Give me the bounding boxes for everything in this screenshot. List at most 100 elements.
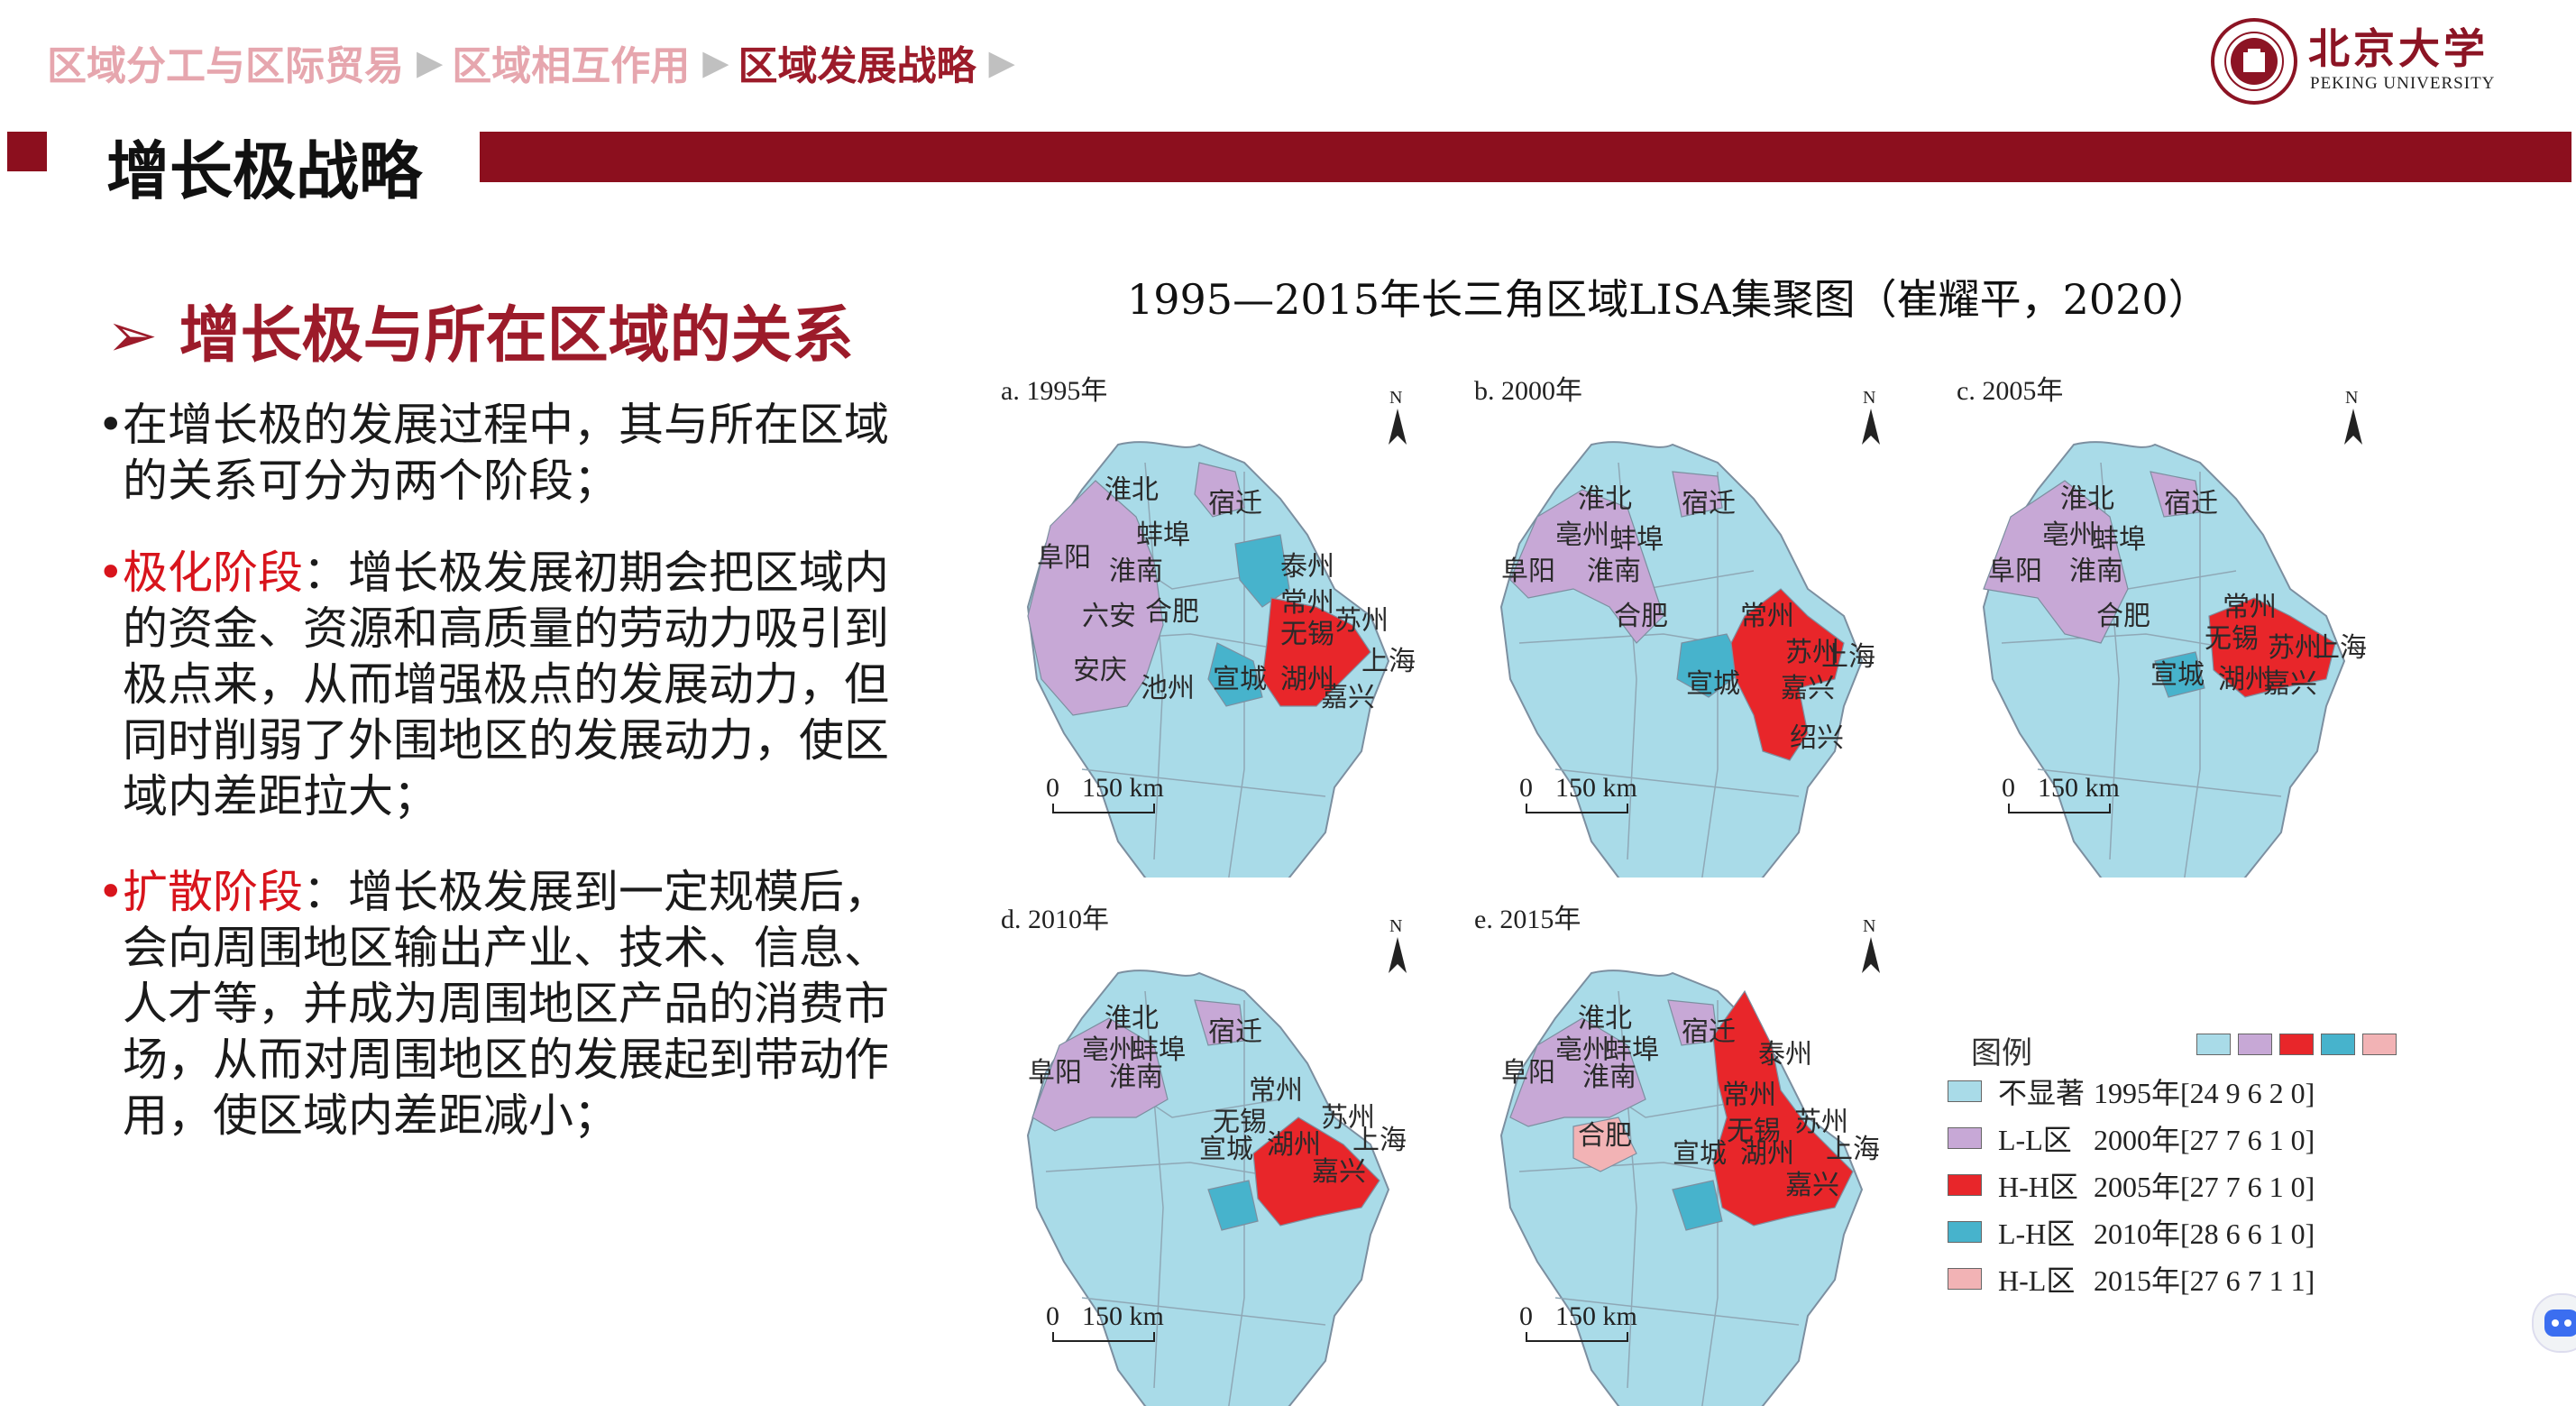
- legend-label: H-L区: [1998, 1264, 2076, 1297]
- city-label: 嘉兴: [1312, 1156, 1366, 1188]
- paragraph-polarization: • 极化阶段：增长极发展初期会把区域内的资金、资源和高质量的劳动力吸引到极点来，…: [97, 545, 927, 824]
- svg-text:150 km: 150 km: [1082, 1301, 1164, 1331]
- breadcrumb-arrow-icon: ▶: [702, 42, 729, 82]
- title-bar: [480, 132, 2571, 182]
- city-label: 合肥: [1614, 601, 1668, 632]
- city-label: 淮南: [2069, 556, 2123, 587]
- city-label: 淮南: [1582, 1061, 1636, 1093]
- map-panel-label: a. 1995年: [1001, 376, 1107, 406]
- legend-row: L-H区 2010年[28 6 6 1 0]: [1948, 1214, 2315, 1250]
- city-label: 上海: [1352, 1125, 1407, 1156]
- bullet: •: [97, 866, 124, 918]
- city-label: 嘉兴: [1785, 1170, 1839, 1201]
- city-label: 宿迁: [2164, 488, 2218, 519]
- city-label: 淮北: [2060, 483, 2114, 515]
- lisa-map-panel: a. 1995年淮北 宿迁阜阳蚌埠淮南 泰州六安 合肥 常州苏州无锡安庆池州 宣城 湖州上海…: [1001, 376, 1416, 878]
- city-label: 淮北: [1105, 474, 1159, 506]
- city-label: 绍兴: [1790, 722, 1844, 754]
- legend-row: 不显著 1995年[24 9 6 2 0]: [1948, 1073, 2315, 1109]
- legend-swatch: [1948, 1080, 1982, 1102]
- page-title: 增长极战略: [106, 134, 422, 208]
- legend-row: H-H区 2005年[27 7 6 1 0]: [1948, 1167, 2315, 1203]
- city-label: 上海: [1826, 1134, 1880, 1165]
- city-label: 亳州: [2042, 519, 2096, 551]
- svg-text:N: N: [1389, 916, 1402, 936]
- breadcrumb-item-regional-division[interactable]: 区域分工与区际贸易: [47, 33, 404, 91]
- legend-swatch: [2238, 1034, 2272, 1055]
- legend-swatch: [1948, 1221, 1982, 1243]
- legend-swatch: [1948, 1127, 1982, 1149]
- city-label: 池州: [1141, 673, 1195, 704]
- svg-text:N: N: [2345, 388, 2358, 408]
- city-label: 宿迁: [1208, 1016, 1262, 1048]
- city-label: 合肥: [2096, 601, 2150, 632]
- city-label: 宣城: [2150, 659, 2205, 691]
- legend-swatch: [2279, 1034, 2314, 1055]
- city-label: 淮北: [1578, 1003, 1632, 1034]
- breadcrumb-arrow-icon: ▶: [988, 42, 1015, 82]
- city-label: 宿迁: [1682, 1016, 1736, 1048]
- city-label: 宣城: [1199, 1134, 1253, 1165]
- city-label: 安庆: [1073, 655, 1127, 686]
- university-logo-subtitle: PEKING UNIVERSITY: [2310, 74, 2496, 93]
- svg-text:N: N: [1389, 388, 1402, 408]
- city-label: 合肥: [1145, 596, 1199, 628]
- bullet: •: [97, 399, 124, 451]
- legend-label: H-H区: [1998, 1171, 2078, 1203]
- legend-counts: 1995年[24 9 6 2 0]: [2094, 1077, 2315, 1109]
- legend-label: 不显著: [1998, 1077, 2086, 1109]
- lisa-map-panel: e. 2015年淮北 宿迁亳州蚌埠阜阳 淮南泰州合肥常州无锡 苏州宣城 湖州 上海嘉兴N0…: [1474, 905, 1880, 1406]
- bullet: •: [97, 547, 124, 599]
- map-panel-label: d. 2010年: [1001, 905, 1109, 934]
- chat-assistant-icon[interactable]: [2532, 1293, 2576, 1353]
- svg-text:150 km: 150 km: [1555, 773, 1637, 803]
- university-seal-icon: [2211, 18, 2297, 105]
- north-arrow-icon: N: [1389, 916, 1407, 973]
- svg-text:0: 0: [2002, 773, 2015, 803]
- lisa-map-panel: b. 2000年淮北 宿迁亳州 蚌埠阜阳 淮南合肥 常州宣城苏州上海嘉兴绍兴N0 150 …: [1474, 376, 1880, 878]
- city-label: 泰州: [1280, 551, 1334, 583]
- legend-swatch: [2196, 1034, 2231, 1055]
- paragraph-text: 在增长极的发展过程中，其与所在区域的关系可分为两个阶段；: [123, 399, 889, 507]
- city-label: 常州: [2223, 592, 2277, 623]
- city-label: 蚌埠: [1136, 519, 1190, 551]
- city-label: 嘉兴: [1321, 682, 1375, 713]
- svg-text:150 km: 150 km: [2038, 773, 2120, 803]
- city-label: 嘉兴: [2263, 668, 2317, 700]
- legend-counts: 2010年[28 6 6 1 0]: [2094, 1218, 2315, 1250]
- legend-swatch: [1948, 1268, 1982, 1290]
- north-arrow-icon: N: [1862, 388, 1880, 445]
- breadcrumb-arrow-icon: ▶: [417, 42, 444, 82]
- city-label: 宣城: [1673, 1138, 1727, 1170]
- university-logo-text: 北京大学: [2308, 24, 2489, 73]
- legend-swatch: [1948, 1174, 1982, 1196]
- city-label: 阜阳: [1501, 556, 1555, 587]
- breadcrumb-item-regional-interaction[interactable]: 区域相互作用: [452, 33, 690, 91]
- city-label: 常州: [1740, 601, 1794, 632]
- city-label: 淮南: [1587, 556, 1641, 587]
- paragraph-two-stages: • 在增长极的发展过程中，其与所在区域的关系可分为两个阶段；: [97, 397, 927, 509]
- city-label: 阜阳: [1037, 542, 1091, 574]
- svg-text:0: 0: [1519, 773, 1533, 803]
- city-label: 宿迁: [1682, 488, 1736, 519]
- breadcrumb-item-regional-strategy[interactable]: 区域发展战略: [738, 33, 976, 91]
- city-label: 六安: [1082, 601, 1136, 632]
- keyword-diffusion: 扩散阶段: [123, 866, 303, 918]
- figure-title: 1995—2015年长三角区域LISA集聚图（崔耀平，2020）: [1127, 275, 2210, 324]
- city-label: 淮北: [1105, 1003, 1159, 1034]
- map-panel-label: e. 2015年: [1474, 905, 1581, 934]
- city-label: 阜阳: [1501, 1057, 1555, 1089]
- city-label: 泰州: [1758, 1039, 1812, 1071]
- svg-text:N: N: [1863, 916, 1875, 936]
- map-panel-label: c. 2005年: [1957, 376, 2063, 406]
- city-label: 常州: [1280, 587, 1334, 619]
- legend-counts: 2005年[27 7 6 1 0]: [2094, 1171, 2315, 1203]
- city-label: 合肥: [1578, 1120, 1632, 1152]
- city-label: 宣城: [1686, 668, 1740, 700]
- legend-counts: 2000年[27 7 6 1 0]: [2094, 1124, 2315, 1156]
- city-label: 亳州: [1555, 519, 1609, 551]
- map-panel-label: b. 2000年: [1474, 376, 1582, 406]
- legend-title: 图例: [1971, 1035, 2032, 1071]
- city-label: 上海: [1821, 641, 1875, 673]
- city-label: 上海: [2313, 632, 2367, 664]
